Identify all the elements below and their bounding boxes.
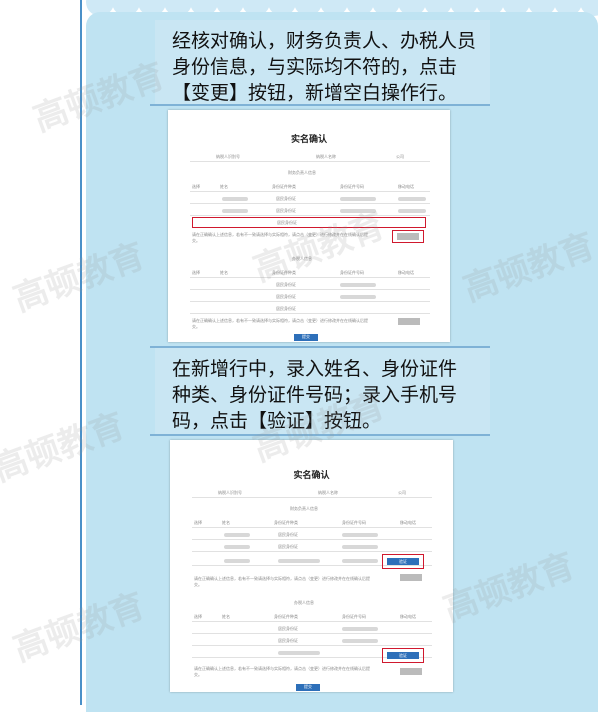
note-text: 请在正确确认上述信息，若有不一致请选择与实际相符，请点击（变更）进行修改并在在线… [194,666,370,677]
col-phone: 移动电话 [398,270,414,275]
note-text: 请在正确确认上述信息，若有不一致请选择与实际相符，请点击（变更）进行修改并在在线… [192,318,368,329]
id-number-input[interactable] [342,559,378,563]
col-select: 选择 [194,520,202,525]
col-name: 姓名 [222,520,230,525]
section-finance-label: 财务负责人信息 [288,170,316,175]
company-suffix: 公司 [396,154,404,159]
id-type-cell: 居民身份证 [278,544,298,549]
blurred-text [340,295,376,299]
blurred-text [398,197,426,201]
col-select: 选择 [192,184,200,189]
blurred-text [342,627,378,631]
table-row: 居民身份证 [190,292,430,302]
table-row: 居民身份证 [190,206,430,216]
col-id-no: 身份证件号码 [340,270,364,275]
id-type-select[interactable] [278,559,320,563]
form-title: 实名确认 [293,471,330,481]
col-phone: 移动电话 [400,614,416,619]
verify-button[interactable]: 验证 [387,652,419,659]
col-id-no: 身份证件号码 [340,184,364,189]
blurred-text [342,533,378,537]
col-select: 选择 [194,614,202,619]
section-tax-label: 办税人信息 [292,256,312,261]
blurred-text [222,197,248,201]
table-row: 居民身份证 [192,624,432,634]
company-label: 纳税人识别号 [218,490,242,495]
id-type-cell: 居民身份证 [278,626,298,631]
col-id-type: 身份证件种类 [274,614,298,619]
left-border-line [80,0,82,705]
id-type-cell: 居民身份证 [278,638,298,643]
column-header-row: 选择 姓名 身份证件种类 身份证件号码 移动电话 [190,268,430,278]
blurred-text [342,545,378,549]
form-screenshot-2: 实名确认 纳税人识别号 纳税人名称 公司 财务负责人信息 选择 姓名 身份证件种… [170,440,453,692]
col-id-no: 身份证件号码 [342,614,366,619]
separator [150,434,490,436]
id-type-cell: 居民身份证 [278,532,298,537]
submit-button[interactable]: 提交 [294,334,318,341]
change-button[interactable] [400,574,422,581]
company-suffix: 公司 [398,490,406,495]
verify-button[interactable]: 验证 [387,558,419,565]
col-name: 姓名 [220,184,228,189]
change-button-highlight [392,230,424,243]
col-id-type: 身份证件种类 [272,184,296,189]
col-id-type: 身份证件种类 [272,270,296,275]
section-tax-label: 办税人信息 [294,600,314,605]
blurred-text [224,533,250,537]
header-row: 纳税人识别号 纳税人名称 公司 [190,152,430,162]
note-text: 请在正确确认上述信息，若有不一致请选择与实际相符，请点击（变更）进行修改并在在线… [194,576,370,587]
blurred-text [342,639,378,643]
col-name: 姓名 [220,270,228,275]
name-input[interactable] [224,559,250,563]
company-name-label: 纳税人名称 [318,490,338,495]
id-type-cell: 居民身份证 [276,196,296,201]
table-row: 居民身份证 [192,530,432,540]
verify-button-highlight: 验证 [382,554,424,569]
section-finance-label: 财务负责人信息 [290,506,318,511]
column-header-row: 选择 姓名 身份证件种类 身份证件号码 移动电话 [190,182,430,192]
change-button[interactable] [397,233,419,240]
table-row: 居民身份证 [192,542,432,552]
id-type-select[interactable]: 居民身份证 [277,220,297,226]
blurred-text [340,209,376,213]
change-button[interactable] [400,668,422,675]
column-header-row: 选择 姓名 身份证件种类 身份证件号码 移动电话 [192,612,432,622]
company-label: 纳税人识别号 [216,154,240,159]
verify-button-highlight: 验证 [382,648,424,663]
id-type-cell: 居民身份证 [276,306,296,311]
table-row: 居民身份证 [192,636,432,646]
form-title: 实名确认 [290,135,327,145]
table-row: 居民身份证 [190,280,430,290]
blurred-text [224,545,250,549]
col-name: 姓名 [222,614,230,619]
blurred-text [222,209,248,213]
column-header-row: 选择 姓名 身份证件种类 身份证件号码 移动电话 [192,518,432,528]
blurred-text [398,209,426,213]
table-row: 居民身份证 [190,194,430,204]
company-name-label: 纳税人名称 [316,154,336,159]
step-one-text: 经核对确认，财务负责人、办税人员身份信息，与实际均不符的，点击【变更】按钮，新增… [172,30,477,104]
col-select: 选择 [192,270,200,275]
table-row: 居民身份证 [190,304,430,314]
change-button[interactable] [398,318,420,325]
note-text: 请在正确确认上述信息，若有不一致请选择与实际相符，请点击（变更）进行修改并在在线… [192,232,368,243]
id-type-cell: 居民身份证 [276,208,296,213]
new-row-highlight: 居民身份证 [192,217,426,228]
header-row: 纳税人识别号 纳税人名称 公司 [192,488,432,498]
step-two-text: 在新增行中，录入姓名、身份证件种类、身份证件号码；录入手机号码，点击【验证】按钮… [172,358,458,432]
col-id-type: 身份证件种类 [274,520,298,525]
col-phone: 移动电话 [398,184,414,189]
col-id-no: 身份证件号码 [342,520,366,525]
submit-button[interactable]: 提交 [296,684,320,691]
id-type-cell: 居民身份证 [276,294,296,299]
form-screenshot-1: 实名确认 纳税人识别号 纳税人名称 公司 财务负责人信息 选择 姓名 身份证件种… [168,110,450,342]
blurred-text [340,283,376,287]
id-type-select[interactable] [278,651,320,655]
id-type-cell: 居民身份证 [276,282,296,287]
col-phone: 移动电话 [400,520,416,525]
blurred-text [340,197,376,201]
separator [150,104,490,106]
